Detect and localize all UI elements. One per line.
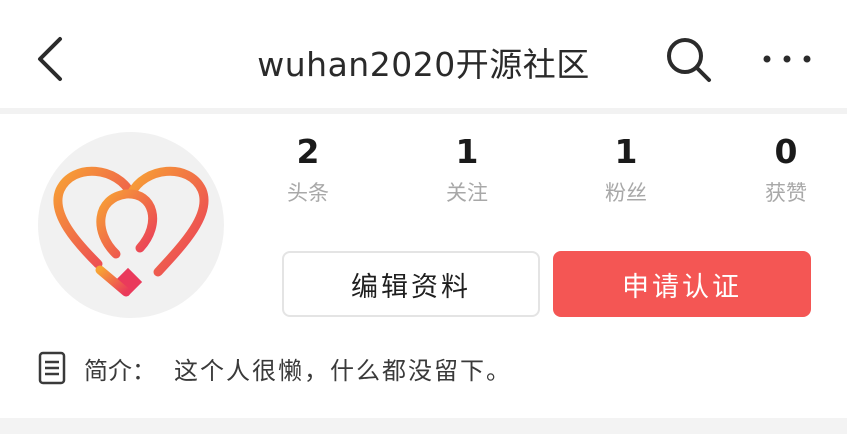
stat-value: 0 — [774, 132, 798, 171]
stat-following[interactable]: 1 关注 — [407, 132, 527, 206]
stat-value: 2 — [296, 132, 320, 171]
bio-label: 简介： — [84, 356, 156, 385]
stat-likes[interactable]: 0 获赞 — [726, 132, 846, 206]
edit-profile-button[interactable]: 编辑资料 — [282, 251, 540, 317]
stat-headlines[interactable]: 2 头条 — [248, 132, 368, 206]
header-divider — [0, 108, 847, 114]
page-title: wuhan2020开源社区 — [257, 45, 590, 84]
section-divider — [0, 418, 847, 434]
more-dots-icon — [763, 55, 811, 63]
stat-label: 获赞 — [765, 181, 807, 205]
stat-label: 粉丝 — [605, 181, 647, 205]
avatar[interactable] — [38, 132, 224, 318]
stat-value: 1 — [455, 132, 479, 171]
community-logo-icon — [53, 166, 209, 297]
apply-verification-button[interactable]: 申请认证 — [553, 251, 811, 317]
stat-label: 关注 — [446, 181, 488, 205]
more-button[interactable] — [760, 44, 814, 74]
top-navigation-bar: wuhan2020开源社区 — [0, 0, 847, 108]
document-icon — [38, 351, 66, 385]
stat-value: 1 — [614, 132, 638, 171]
stat-followers[interactable]: 1 粉丝 — [566, 132, 686, 206]
bio-text: 这个人很懒，什么都没留下。 — [174, 356, 512, 385]
bio-section: 简介： 这个人很懒，什么都没留下。 — [38, 348, 512, 388]
search-icon — [667, 38, 711, 82]
stat-label: 头条 — [287, 181, 329, 205]
search-button[interactable] — [664, 36, 714, 84]
